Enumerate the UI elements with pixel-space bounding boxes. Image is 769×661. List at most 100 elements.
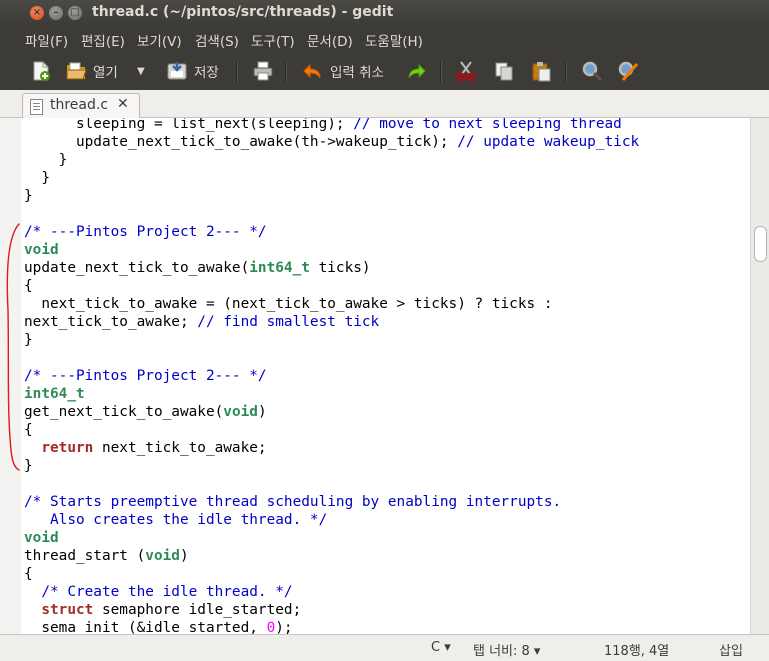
code-token: // move to next sleeping thread bbox=[353, 118, 622, 132]
tab-label: thread.c bbox=[50, 97, 109, 113]
code-token: /* ---Pintos Project 2--- */ bbox=[24, 368, 267, 384]
code-token: return bbox=[41, 440, 94, 456]
code-token: semaphore idle_started; bbox=[93, 602, 302, 618]
code-token: /* ---Pintos Project 2--- */ bbox=[24, 224, 267, 240]
toolbar-separator bbox=[440, 61, 442, 83]
code-line: /* Starts preemptive thread scheduling b… bbox=[24, 493, 561, 511]
tab-width-selector[interactable]: 탭 너비: 8 ▾ bbox=[473, 640, 540, 659]
code-token: void bbox=[223, 404, 258, 420]
code-line: thread_start (void) bbox=[24, 547, 189, 565]
code-token: next_tick_to_awake = (next_tick_to_awake… bbox=[24, 296, 553, 312]
code-line: void bbox=[24, 529, 59, 547]
code-editor[interactable]: sleeping = list_next(sleeping); // move … bbox=[21, 118, 750, 634]
window-maximize-button[interactable]: □ bbox=[68, 6, 82, 20]
code-token: { bbox=[24, 566, 33, 582]
code-line: sleeping = list_next(sleeping); // move … bbox=[24, 118, 622, 133]
toolbar: 열기 ▼ 저장 입력 취소 bbox=[0, 52, 769, 90]
code-token: /* Starts preemptive thread scheduling b… bbox=[24, 494, 562, 510]
redo-icon bbox=[408, 63, 426, 79]
print-button[interactable] bbox=[252, 56, 274, 86]
maximize-icon: □ bbox=[70, 7, 80, 18]
code-token: sema_init (&idle_started, bbox=[24, 620, 267, 634]
copy-icon bbox=[495, 62, 513, 81]
toolbar-separator bbox=[285, 61, 287, 83]
vertical-scrollbar[interactable] bbox=[750, 118, 769, 634]
undo-button[interactable]: 입력 취소 bbox=[302, 56, 384, 86]
code-line: /* ---Pintos Project 2--- */ bbox=[24, 367, 267, 385]
code-token: update_next_tick_to_awake( bbox=[24, 260, 250, 276]
code-token: next_tick_to_awake; bbox=[24, 314, 198, 330]
open-recent-dropdown[interactable]: ▼ bbox=[137, 56, 145, 86]
code-line: next_tick_to_awake = (next_tick_to_awake… bbox=[24, 295, 553, 313]
tab-bar: thread.c ✕ bbox=[0, 90, 769, 118]
code-token: /* Create the idle thread. */ bbox=[41, 584, 293, 600]
code-token: sleeping = list_next(sleeping); bbox=[24, 118, 354, 132]
save-button[interactable]: 저장 bbox=[166, 56, 219, 86]
code-token: get_next_tick_to_awake( bbox=[24, 404, 224, 420]
status-bar: C ▾ 탭 너비: 8 ▾ 118행, 4열 삽입 bbox=[0, 634, 769, 661]
code-line: { bbox=[24, 565, 33, 583]
code-line: /* ---Pintos Project 2--- */ bbox=[24, 223, 267, 241]
open-label: 열기 bbox=[93, 65, 118, 81]
code-token: Also creates the idle thread. */ bbox=[24, 512, 328, 528]
print-icon bbox=[253, 61, 273, 81]
code-line: /* Create the idle thread. */ bbox=[24, 583, 293, 601]
paste-icon bbox=[532, 62, 551, 82]
window-title: thread.c (~/pintos/src/threads) - gedit bbox=[92, 4, 394, 20]
toolbar-separator bbox=[236, 61, 238, 83]
code-token: update_next_tick_to_awake(th->wakeup_tic… bbox=[24, 134, 458, 150]
code-line: next_tick_to_awake; // find smallest tic… bbox=[24, 313, 379, 331]
find-replace-button[interactable] bbox=[617, 56, 639, 86]
code-token: int64_t bbox=[249, 260, 310, 276]
code-line: return next_tick_to_awake; bbox=[24, 439, 267, 457]
code-token: ) bbox=[179, 548, 189, 564]
folder-open-icon bbox=[66, 62, 87, 80]
scrollbar-thumb[interactable] bbox=[754, 226, 767, 262]
code-token: void bbox=[24, 530, 59, 546]
code-token: ) bbox=[257, 404, 267, 420]
code-line: get_next_tick_to_awake(void) bbox=[24, 403, 267, 421]
menu-bar: 파일(F) 편집(E) 보기(V) 검색(S) 도구(T) 문서(D) 도움말(… bbox=[0, 26, 769, 52]
redo-button[interactable] bbox=[405, 56, 427, 86]
code-line: Also creates the idle thread. */ bbox=[24, 511, 327, 529]
code-token: next_tick_to_awake; bbox=[93, 440, 267, 456]
cursor-position: 118행, 4열 bbox=[604, 644, 670, 659]
code-token: ); bbox=[275, 620, 293, 634]
code-line: update_next_tick_to_awake(th->wakeup_tic… bbox=[24, 133, 639, 151]
undo-label: 입력 취소 bbox=[330, 65, 384, 81]
undo-icon bbox=[303, 63, 321, 79]
menu-documents[interactable]: 문서(D) bbox=[307, 30, 353, 50]
cut-button[interactable] bbox=[455, 56, 477, 86]
code-line: sema_init (&idle_started, 0); bbox=[24, 619, 293, 634]
minimize-icon: – bbox=[53, 7, 59, 18]
menu-edit[interactable]: 편집(E) bbox=[81, 30, 125, 50]
menu-tools[interactable]: 도구(T) bbox=[251, 30, 295, 50]
code-token: thread_start ( bbox=[24, 548, 146, 564]
paste-button[interactable] bbox=[530, 56, 552, 86]
toolbar-separator bbox=[565, 61, 567, 83]
menu-view[interactable]: 보기(V) bbox=[137, 30, 182, 50]
cut-icon bbox=[456, 61, 476, 82]
find-button[interactable] bbox=[581, 56, 603, 86]
find-replace-icon bbox=[618, 61, 639, 81]
chevron-down-icon: ▼ bbox=[137, 65, 145, 77]
code-token: ticks) bbox=[309, 260, 371, 276]
window-minimize-button[interactable]: – bbox=[49, 6, 63, 20]
tab-close-icon[interactable]: ✕ bbox=[117, 96, 129, 112]
menu-search[interactable]: 검색(S) bbox=[195, 30, 239, 50]
code-token: // find smallest tick bbox=[197, 314, 380, 330]
copy-button[interactable] bbox=[493, 56, 515, 86]
code-token: void bbox=[145, 548, 180, 564]
open-button[interactable]: 열기 bbox=[65, 56, 118, 86]
code-token: // update wakeup_tick bbox=[457, 134, 640, 150]
save-label: 저장 bbox=[194, 65, 219, 81]
insert-mode: 삽입 bbox=[719, 644, 743, 659]
menu-help[interactable]: 도움말(H) bbox=[365, 30, 423, 50]
code-line: update_next_tick_to_awake(int64_t ticks) bbox=[24, 259, 371, 277]
code-line: struct semaphore idle_started; bbox=[24, 601, 301, 619]
search-icon bbox=[582, 61, 603, 82]
red-annotation-bracket bbox=[6, 223, 20, 471]
save-icon bbox=[167, 62, 187, 80]
language-selector[interactable]: C ▾ bbox=[431, 640, 451, 655]
